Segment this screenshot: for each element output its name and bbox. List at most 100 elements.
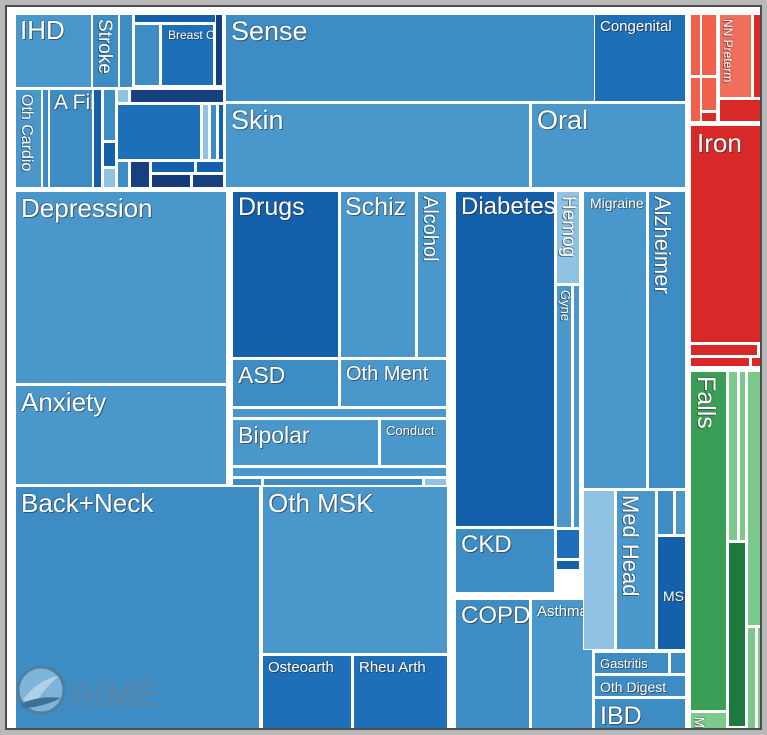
tile-cancer-b[interactable] bbox=[134, 24, 160, 86]
tile-nutr-d[interactable] bbox=[751, 357, 760, 367]
tile-cancer-i[interactable] bbox=[117, 104, 201, 160]
tile-nutr-a[interactable] bbox=[690, 344, 758, 356]
tile-cancer-n[interactable] bbox=[130, 161, 150, 188]
tile-neuro-a[interactable] bbox=[657, 490, 674, 535]
tile-oth-ment[interactable]: Oth Ment bbox=[340, 359, 447, 407]
tile-cancer-l[interactable] bbox=[218, 104, 224, 160]
tile-mec[interactable]: Mec bbox=[690, 712, 727, 730]
tile-label-schiz: Schiz bbox=[345, 193, 407, 221]
tile-anxiety[interactable]: Anxiety bbox=[15, 385, 227, 485]
tile-ckd-side-b[interactable] bbox=[556, 560, 580, 570]
tile-copd[interactable]: COPD bbox=[455, 599, 530, 728]
tile-label-asd: ASD bbox=[238, 362, 286, 388]
tile-nutr-b[interactable] bbox=[759, 344, 760, 356]
tile-rheu-arth[interactable]: Rheu Arth bbox=[353, 655, 448, 728]
tile-label-conduct: Conduct bbox=[386, 423, 435, 438]
tile-breast-c[interactable]: Breast C bbox=[161, 24, 214, 86]
tile-ihd[interactable]: IHD bbox=[15, 14, 92, 88]
tile-mental-strip-d[interactable] bbox=[263, 478, 423, 486]
tile-alzheimer[interactable]: Alzheimer bbox=[648, 191, 686, 489]
tile-cardio-gap[interactable] bbox=[42, 89, 49, 188]
tile-nn-g[interactable] bbox=[719, 99, 760, 122]
tile-osteoarth[interactable]: Osteoarth bbox=[262, 655, 352, 728]
tile-label-diabetes: Diabetes bbox=[461, 193, 555, 220]
tile-gyne[interactable]: Gyne bbox=[556, 285, 572, 528]
tile-falls[interactable]: Falls bbox=[690, 371, 727, 711]
tile-neuro-b[interactable] bbox=[675, 490, 686, 535]
tile-label-migraine: Migraine bbox=[590, 195, 644, 211]
tile-skin[interactable]: Skin bbox=[225, 103, 530, 188]
tile-cancer-g[interactable] bbox=[117, 89, 129, 103]
tile-label-gyne: Gyne bbox=[558, 290, 572, 322]
tile-nn-preterm[interactable]: NN Preterm bbox=[719, 14, 752, 98]
tile-drugs[interactable]: Drugs bbox=[232, 191, 339, 358]
tile-a-fib[interactable]: A Fib bbox=[49, 89, 93, 188]
tile-digest-small[interactable] bbox=[670, 652, 686, 674]
tile-cancer-o[interactable] bbox=[151, 161, 195, 173]
tile-label-breast-c: Breast C bbox=[168, 28, 214, 42]
tile-diabetes[interactable]: Diabetes bbox=[455, 191, 555, 527]
tile-oth-digest[interactable]: Oth Digest bbox=[594, 675, 686, 697]
tile-back-neck[interactable]: Back+Neck bbox=[15, 486, 260, 728]
tile-inj-g[interactable] bbox=[728, 728, 746, 730]
tile-nn-d[interactable] bbox=[690, 77, 701, 122]
tile-migraine[interactable]: Migraine bbox=[583, 191, 647, 489]
tile-label-oth-msk: Oth MSK bbox=[268, 488, 374, 518]
tile-nn-f[interactable] bbox=[701, 112, 717, 122]
tile-oth-cardio[interactable]: Oth Cardio bbox=[15, 89, 42, 188]
tile-inj-f[interactable] bbox=[757, 627, 760, 728]
tile-iron[interactable]: Iron bbox=[690, 125, 760, 343]
tile-label-alzheimer: Alzheimer bbox=[650, 196, 675, 294]
tile-label-a-fib: A Fib bbox=[54, 91, 92, 114]
tile-inj-a[interactable] bbox=[728, 371, 738, 541]
tile-inj-e[interactable] bbox=[747, 627, 756, 728]
tile-cancer-h[interactable] bbox=[130, 89, 224, 103]
tile-conduct[interactable]: Conduct bbox=[380, 419, 447, 466]
tile-inj-d[interactable] bbox=[728, 542, 746, 727]
tile-nn-c[interactable] bbox=[753, 14, 760, 98]
tile-inj-c[interactable] bbox=[747, 371, 760, 626]
tile-cancer-q[interactable] bbox=[151, 174, 191, 188]
tile-oral[interactable]: Oral bbox=[531, 103, 686, 188]
tile-oth-msk[interactable]: Oth MSK bbox=[262, 486, 448, 654]
tile-cancer-p[interactable] bbox=[196, 161, 224, 173]
tile-ckd-side[interactable] bbox=[556, 529, 580, 559]
tile-ibd[interactable]: IBD bbox=[594, 698, 686, 728]
tile-cancer-top-strip[interactable] bbox=[134, 14, 222, 23]
tile-cardio-small-1[interactable] bbox=[93, 89, 102, 188]
tile-cancer-k[interactable] bbox=[210, 104, 217, 160]
tile-cancer-m[interactable] bbox=[117, 161, 129, 188]
tile-bipolar[interactable]: Bipolar bbox=[232, 419, 379, 466]
tile-schiz[interactable]: Schiz bbox=[340, 191, 416, 358]
tile-cancer-d[interactable] bbox=[103, 89, 116, 141]
tile-hemog[interactable]: Hemog bbox=[556, 191, 580, 284]
tile-cancer-e[interactable] bbox=[103, 142, 116, 167]
tile-mental-strip-a[interactable] bbox=[232, 408, 447, 418]
tile-mental-strip-b[interactable] bbox=[232, 467, 447, 477]
tile-cancer-a[interactable] bbox=[119, 14, 133, 88]
tile-stroke[interactable]: Stroke bbox=[92, 14, 119, 88]
tile-ms[interactable]: MS bbox=[657, 536, 686, 650]
tile-ckd[interactable]: CKD bbox=[455, 528, 555, 593]
tile-migraine-lower[interactable] bbox=[583, 490, 615, 650]
tile-label-asthma: Asthma bbox=[537, 603, 588, 620]
tile-med-head[interactable]: Med Head bbox=[616, 490, 656, 650]
tile-asd[interactable]: ASD bbox=[232, 359, 339, 407]
tile-cancer-f[interactable] bbox=[103, 168, 116, 188]
tile-nn-e[interactable] bbox=[701, 77, 717, 111]
tile-alcohol[interactable]: Alcohol bbox=[417, 191, 447, 358]
tile-nn-b[interactable] bbox=[701, 14, 717, 76]
tile-nn-a[interactable] bbox=[690, 14, 701, 76]
tile-nutr-c[interactable] bbox=[690, 357, 750, 367]
tile-gyne-b[interactable] bbox=[573, 285, 580, 528]
tile-congenital[interactable]: Congenital bbox=[594, 14, 686, 102]
tile-mental-strip-c[interactable] bbox=[232, 478, 262, 486]
tile-cancer-c[interactable] bbox=[215, 14, 223, 86]
tile-mental-strip-e[interactable] bbox=[424, 478, 447, 486]
tile-cancer-j[interactable] bbox=[202, 104, 209, 160]
tile-label-mec: Mec bbox=[692, 717, 707, 730]
tile-depression[interactable]: Depression bbox=[15, 191, 227, 384]
tile-gastritis[interactable]: Gastritis bbox=[594, 652, 669, 674]
tile-inj-b[interactable] bbox=[739, 371, 746, 541]
tile-cancer-r[interactable] bbox=[192, 174, 224, 188]
